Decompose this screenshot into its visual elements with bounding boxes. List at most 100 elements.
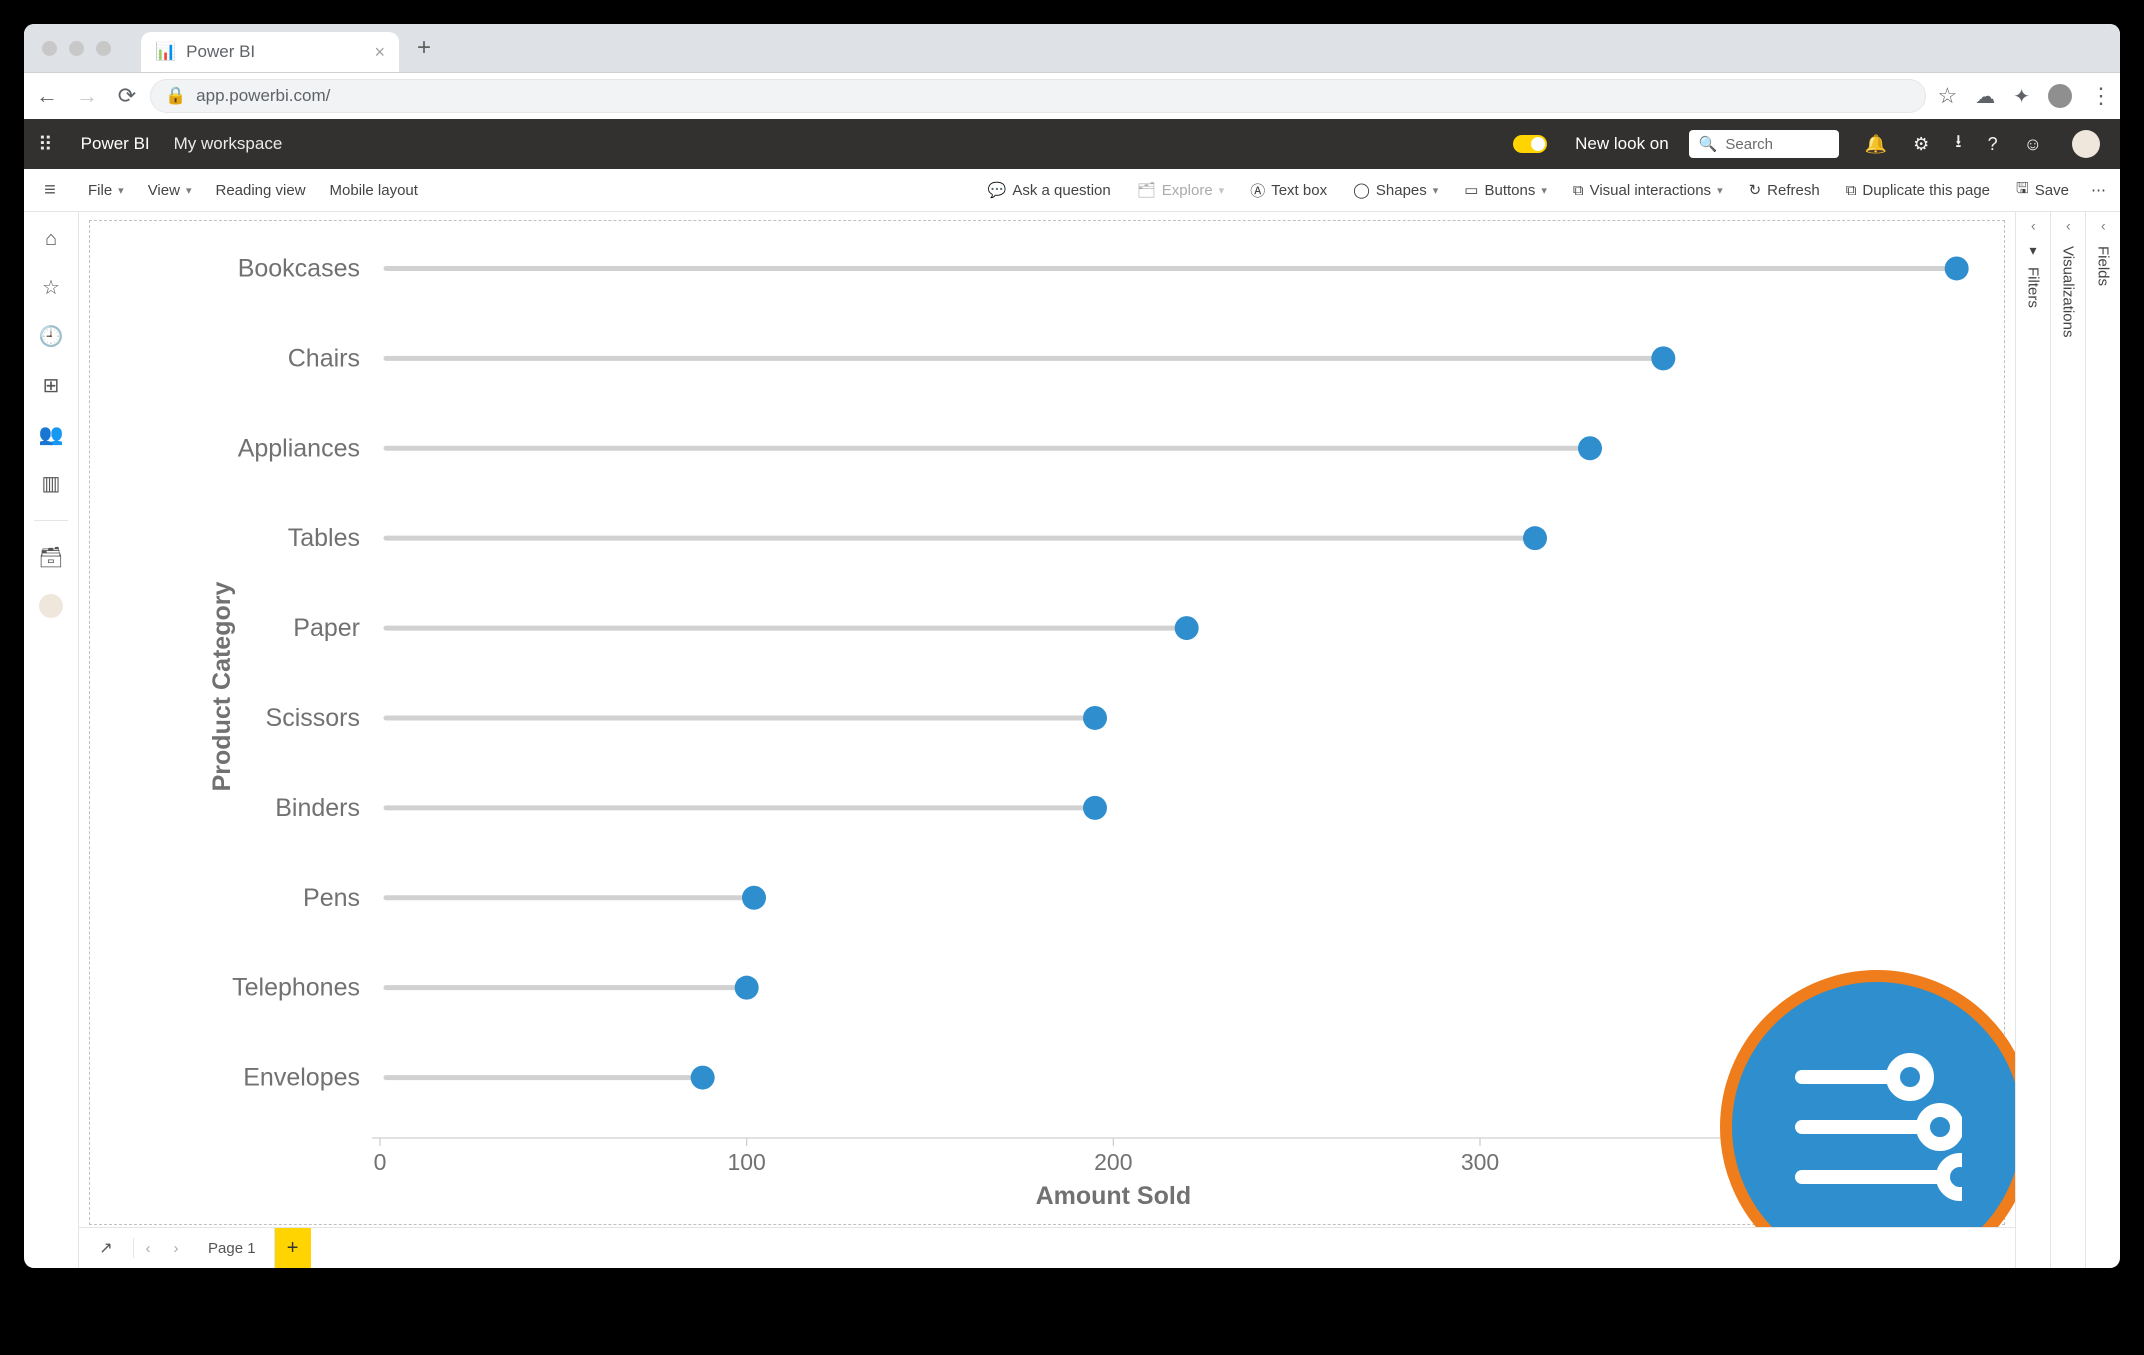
mobile-layout-button[interactable]: Mobile layout <box>318 169 430 211</box>
svg-text:0: 0 <box>374 1149 387 1175</box>
svg-text:100: 100 <box>727 1149 765 1175</box>
data-hub-icon[interactable]: 🗃 <box>38 545 63 570</box>
left-nav-rail: ⌂ ☆ 🕘 ⊞ 👥 ▥ 🗃 <box>24 212 79 1268</box>
browser-window: 📊 Power BI × + ← → ⟳ 🔒 app.powerbi.com/ … <box>24 24 2120 1268</box>
duplicate-icon: ⧉ <box>1846 182 1857 199</box>
visual-interactions-button[interactable]: ⧉Visual interactions▾ <box>1561 169 1735 211</box>
help-icon[interactable]: ? <box>1988 134 1998 155</box>
svg-text:Appliances: Appliances <box>238 434 360 462</box>
fields-pane-collapsed[interactable]: › Fields <box>2085 212 2120 1268</box>
minimize-window-dot[interactable] <box>69 41 84 56</box>
chevron-down-icon: ▾ <box>186 184 192 197</box>
filters-pane-collapsed[interactable]: › ▾ Filters <box>2015 212 2050 1268</box>
nav-hamburger-icon[interactable]: ≡ <box>24 179 76 202</box>
address-url: app.powerbi.com/ <box>196 86 330 106</box>
close-tab-icon[interactable]: × <box>374 42 385 63</box>
text-box-icon: Ⓐ <box>1250 180 1265 201</box>
shapes-button[interactable]: ◯Shapes▾ <box>1341 169 1450 211</box>
new-tab-button[interactable]: + <box>407 28 441 68</box>
favorites-star-icon[interactable]: ☆ <box>42 275 60 300</box>
chat-icon: 💬 <box>988 181 1007 199</box>
new-look-toggle[interactable] <box>1513 135 1547 153</box>
shapes-icon: ◯ <box>1353 181 1370 199</box>
workspace: ⌂ ☆ 🕘 ⊞ 👥 ▥ 🗃 0100200300400Amount SoldPr… <box>24 212 2120 1268</box>
lollipop-badge-icon <box>1792 1047 1962 1207</box>
refresh-button[interactable]: ↻Refresh <box>1737 169 1832 211</box>
search-icon: 🔍 <box>1699 135 1718 153</box>
popout-icon[interactable]: ↗ <box>79 1238 134 1258</box>
duplicate-page-button[interactable]: ⧉Duplicate this page <box>1834 169 2002 211</box>
view-menu[interactable]: View▾ <box>136 169 204 211</box>
svg-text:Chairs: Chairs <box>288 344 360 372</box>
pbi-top-bar: ⠿ Power BI My workspace New look on 🔍 Se… <box>24 119 2120 169</box>
browser-address-bar: ← → ⟳ 🔒 app.powerbi.com/ ☆ ☁ ✦ ⋮ <box>24 72 2120 119</box>
svg-text:300: 300 <box>1461 1149 1499 1175</box>
app-launcher-waffle-icon[interactable]: ⠿ <box>30 132 61 157</box>
expand-chevron-icon: › <box>2101 220 2106 236</box>
svg-text:Product Category: Product Category <box>208 582 236 792</box>
bookmark-star-icon[interactable]: ☆ <box>1938 83 1958 109</box>
refresh-icon: ↻ <box>1749 181 1762 199</box>
interactions-icon: ⧉ <box>1573 182 1584 199</box>
buttons-icon: ▭ <box>1464 181 1478 199</box>
page-tab-1[interactable]: Page 1 <box>190 1228 275 1268</box>
explore-icon: 🗂 <box>1137 181 1156 199</box>
rail-user-avatar[interactable] <box>39 594 63 618</box>
cloud-extension-icon[interactable]: ☁ <box>1975 84 1995 109</box>
lock-icon: 🔒 <box>165 86 186 106</box>
zoom-window-dot[interactable] <box>96 41 111 56</box>
settings-gear-icon[interactable]: ⚙ <box>1913 134 1929 155</box>
feedback-smiley-icon[interactable]: ☺ <box>2024 134 2042 155</box>
apps-icon[interactable]: ⊞ <box>43 373 60 398</box>
save-button[interactable]: 🖫Save <box>2004 169 2081 211</box>
chevron-down-icon: ▾ <box>118 184 124 197</box>
download-icon[interactable]: ⭳ <box>1955 129 1961 159</box>
workspaces-icon[interactable]: ▥ <box>42 471 61 496</box>
extensions-puzzle-icon[interactable]: ✦ <box>2013 84 2030 109</box>
svg-text:Binders: Binders <box>275 794 360 822</box>
svg-text:200: 200 <box>1094 1149 1132 1175</box>
prev-page-button[interactable]: ‹ <box>134 1240 162 1257</box>
browser-tab-strip: 📊 Power BI × + <box>24 24 2120 72</box>
explore-button: 🗂Explore▾ <box>1125 169 1236 211</box>
close-window-dot[interactable] <box>42 41 57 56</box>
browser-tab-title: Power BI <box>186 42 255 62</box>
user-avatar[interactable] <box>2072 130 2100 158</box>
svg-text:Paper: Paper <box>293 614 360 642</box>
recent-clock-icon[interactable]: 🕘 <box>39 324 64 349</box>
save-icon: 🖫 <box>2016 178 2029 203</box>
visualizations-pane-collapsed[interactable]: › Visualizations <box>2050 212 2085 1268</box>
reading-view-button[interactable]: Reading view <box>203 169 317 211</box>
add-page-button[interactable]: + <box>275 1228 311 1268</box>
browser-tab[interactable]: 📊 Power BI × <box>141 32 399 72</box>
nav-reload-icon[interactable]: ⟳ <box>110 83 144 109</box>
text-box-button[interactable]: ⒶText box <box>1238 169 1339 211</box>
ask-question-button[interactable]: 💬Ask a question <box>976 169 1123 211</box>
workspace-label[interactable]: My workspace <box>174 134 283 154</box>
home-icon[interactable]: ⌂ <box>45 228 57 251</box>
pbi-brand[interactable]: Power BI <box>81 134 150 154</box>
search-input[interactable]: 🔍 Search <box>1689 130 1839 158</box>
chrome-profile-avatar[interactable] <box>2048 84 2072 108</box>
new-look-label: New look on <box>1575 134 1669 154</box>
svg-text:Pens: Pens <box>303 884 360 912</box>
next-page-button[interactable]: › <box>162 1240 190 1257</box>
report-canvas[interactable]: 0100200300400Amount SoldProduct Category… <box>89 220 2005 1225</box>
svg-text:Telephones: Telephones <box>232 974 360 1002</box>
notifications-bell-icon[interactable]: 🔔 <box>1865 134 1887 155</box>
chrome-menu-icon[interactable]: ⋮ <box>2090 83 2110 109</box>
nav-forward-icon: → <box>70 83 104 109</box>
shared-icon[interactable]: 👥 <box>39 422 64 447</box>
address-field[interactable]: 🔒 app.powerbi.com/ <box>150 79 1926 113</box>
nav-back-icon[interactable]: ← <box>30 83 64 109</box>
more-options-button[interactable]: ⋯ <box>2083 169 2114 211</box>
page-tabs: ↗ ‹ › Page 1 + <box>79 1227 2015 1268</box>
file-menu[interactable]: File▾ <box>76 169 136 211</box>
lollipop-chart: 0100200300400Amount SoldProduct Category… <box>90 221 2004 1224</box>
buttons-button[interactable]: ▭Buttons▾ <box>1452 169 1559 211</box>
svg-text:Envelopes: Envelopes <box>243 1064 360 1092</box>
ribbon-toolbar: ≡ File▾ View▾ Reading view Mobile layout… <box>24 169 2120 212</box>
rail-separator <box>34 520 68 521</box>
svg-text:Tables: Tables <box>288 524 360 552</box>
expand-chevron-icon: › <box>2031 220 2036 236</box>
